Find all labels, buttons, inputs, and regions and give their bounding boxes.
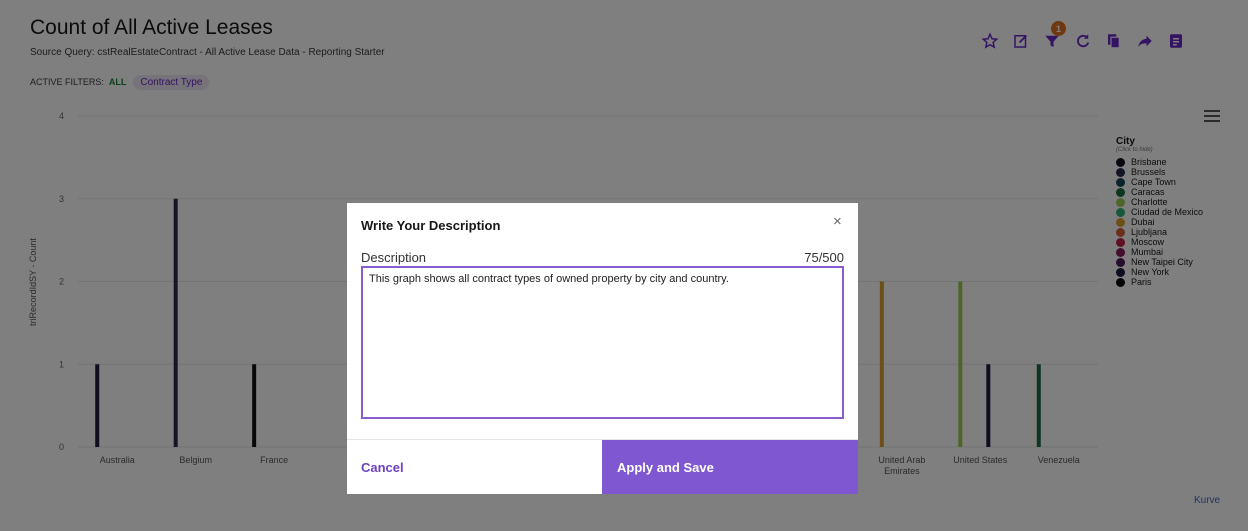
description-label: Description xyxy=(361,250,427,265)
close-icon[interactable]: × xyxy=(833,213,842,230)
modal-footer: Cancel Apply and Save xyxy=(347,439,858,494)
cancel-button[interactable]: Cancel xyxy=(347,440,602,494)
character-count: 75/500 xyxy=(804,250,844,265)
apply-and-save-button[interactable]: Apply and Save xyxy=(602,440,858,494)
modal-title: Write Your Description xyxy=(361,218,501,233)
description-textarea[interactable]: This graph shows all contract types of o… xyxy=(361,266,844,419)
description-modal: Write Your Description × Description 75/… xyxy=(347,203,858,494)
